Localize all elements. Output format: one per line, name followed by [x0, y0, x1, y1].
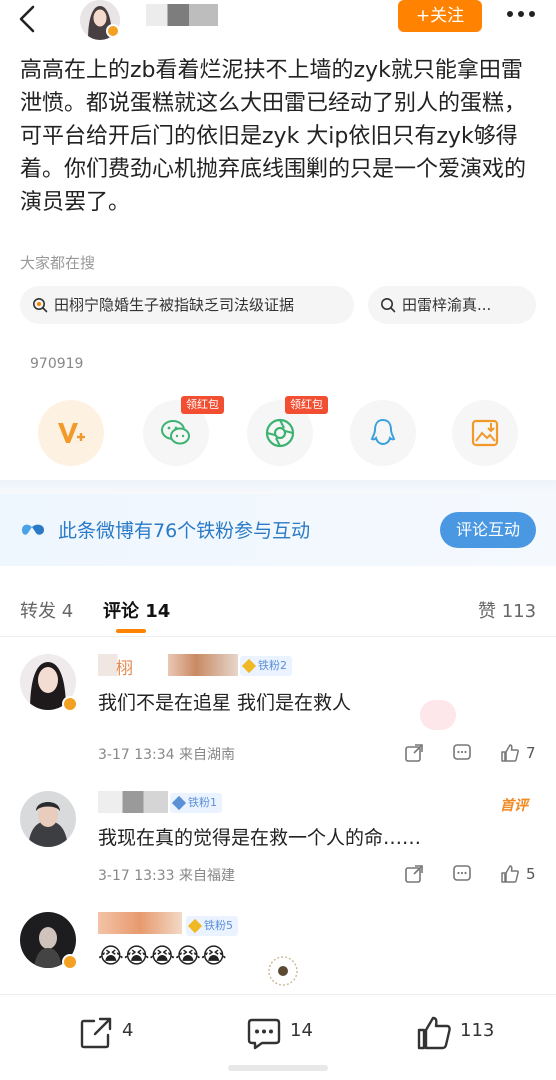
search-section-label: 大家都在搜: [20, 254, 96, 272]
vplus-icon: [58, 423, 85, 443]
verified-badge-icon: [106, 24, 120, 38]
bottom-action-bar: 4 14 113: [0, 994, 556, 1080]
like-icon[interactable]: [500, 743, 520, 763]
tab-like[interactable]: 赞 113: [478, 597, 536, 623]
repost-count: 4: [122, 1020, 134, 1041]
like-button[interactable]: 113: [416, 1015, 506, 1051]
search-icon: [33, 298, 48, 313]
comment-item: 铁粉5 😭😭😭😭😭: [0, 908, 556, 994]
comment-meta: 3-17 13:33 来自福建: [98, 868, 236, 884]
vplus-button[interactable]: [38, 400, 104, 466]
search-chip-text: 田栩宁隐婚生子被指缺乏司法级证据: [54, 296, 295, 314]
comment-item: 铁粉1 首评 我现在真的觉得是在救一个人的命…… 3-17 13:33 来自福建…: [0, 787, 556, 907]
search-chip-2[interactable]: 田雷梓渝真...: [368, 286, 536, 324]
fan-gem-icon: [241, 658, 257, 674]
home-indicator: [228, 1065, 328, 1071]
qq-icon: [370, 418, 396, 446]
more-icon[interactable]: [506, 8, 536, 20]
commenter-name-fragment: 栩: [116, 659, 133, 679]
fan-level-badge: 铁粉2: [240, 656, 292, 676]
comment-tabs: 转发 4 评论 14 赞 113: [0, 585, 556, 637]
wechat-share-button[interactable]: 领红包: [143, 396, 224, 466]
moments-share-button[interactable]: 领红包: [247, 396, 328, 466]
like-icon: [417, 1016, 451, 1050]
repost-button[interactable]: 4: [78, 1015, 138, 1051]
section-divider: [0, 480, 556, 494]
qq-share-button[interactable]: [350, 400, 416, 466]
save-image-icon: [471, 419, 499, 447]
first-comment-tag: 首评: [500, 798, 528, 814]
post-body: 高高在上的zb看着烂泥扶不上墙的zyk就只能拿田雷泄愤。都说蛋糕就这么大田雷已经…: [20, 58, 527, 215]
wechat-icon: [161, 420, 190, 445]
commenter-name-redacted: [98, 912, 182, 934]
comment-interact-button[interactable]: 评论互动: [440, 512, 536, 548]
fan-level-badge: 铁粉5: [186, 916, 238, 936]
moments-icon: [265, 418, 295, 448]
reply-icon[interactable]: [452, 864, 472, 884]
share-row: 领红包 领红包: [0, 392, 556, 468]
comment-text: 我现在真的觉得是在救一个人的命……: [98, 827, 422, 849]
active-tab-indicator: [116, 629, 146, 633]
back-icon[interactable]: [14, 4, 44, 34]
comment-text: 我们不是在追星 我们是在救人: [98, 692, 352, 714]
reply-icon[interactable]: [452, 743, 472, 763]
verified-badge-icon: [62, 696, 78, 712]
fans-interaction-banner: 此条微博有76个铁粉参与互动 评论互动: [0, 494, 556, 566]
sticker-decoration: [420, 700, 456, 730]
top-bar: +关注: [0, 0, 556, 44]
comment-icon: [247, 1018, 281, 1050]
repost-icon: [80, 1017, 112, 1049]
comment-like-count: 5: [526, 865, 536, 883]
fan-gem-icon: [171, 795, 187, 811]
fan-level-badge: 铁粉1: [170, 793, 222, 813]
commenter-name-redacted: [98, 791, 168, 813]
like-icon[interactable]: [500, 864, 520, 884]
like-count: 113: [460, 1020, 495, 1041]
sticker-decoration-icon: [268, 956, 298, 986]
comment-button[interactable]: 14: [246, 1015, 326, 1051]
fans-icon: [22, 524, 44, 535]
verified-badge-icon: [62, 954, 78, 970]
save-image-button[interactable]: [452, 400, 518, 466]
fan-gem-icon: [187, 918, 203, 934]
share-icon[interactable]: [404, 864, 424, 884]
search-icon: [381, 298, 396, 313]
search-chip-1[interactable]: 田栩宁隐婚生子被指缺乏司法级证据: [20, 286, 354, 324]
tab-comment[interactable]: 评论 14: [103, 597, 170, 623]
comment-item: 栩 铁粉2 我们不是在追星 我们是在救人 3-17 13:34 来自湖南 7: [0, 650, 556, 780]
tab-repost[interactable]: 转发 4: [20, 597, 73, 623]
comment-like-count: 7: [526, 744, 536, 762]
comment-meta: 3-17 13:34 来自湖南: [98, 747, 236, 763]
comment-count: 14: [290, 1020, 313, 1041]
follow-button[interactable]: +关注: [398, 0, 482, 32]
author-name-redacted: [146, 4, 218, 26]
comment-text: 😭😭😭😭😭: [98, 944, 227, 969]
red-packet-tag: 领红包: [285, 396, 328, 414]
commenter-avatar[interactable]: [20, 791, 76, 847]
red-packet-tag: 领红包: [181, 396, 224, 414]
search-chip-text: 田雷梓渝真...: [402, 296, 492, 314]
share-icon[interactable]: [404, 743, 424, 763]
fans-banner-text: 此条微博有76个铁粉参与互动: [58, 520, 311, 542]
post-id: 970919: [30, 356, 84, 372]
